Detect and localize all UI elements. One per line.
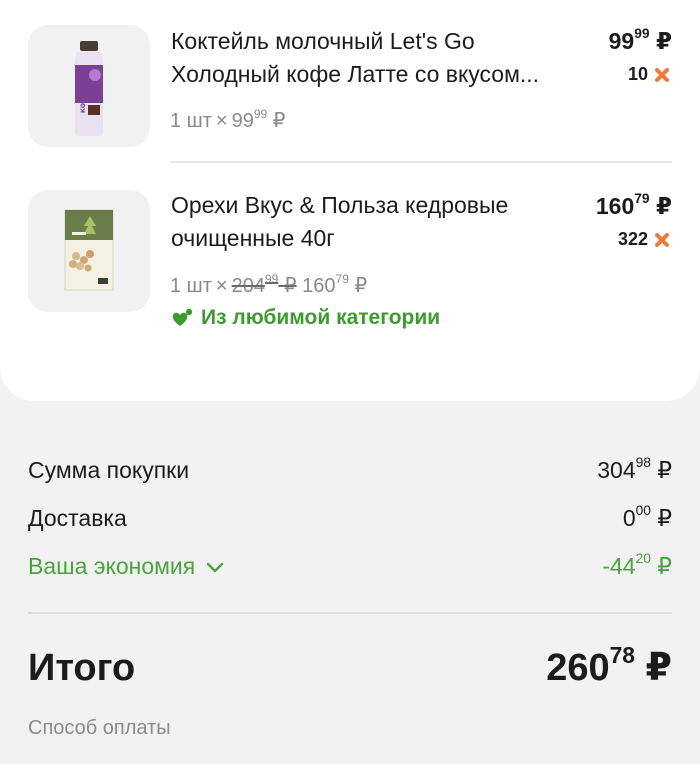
favorite-category-badge: Из любимой категории	[171, 306, 440, 330]
payment-method-label[interactable]: Способ оплаты	[28, 717, 171, 740]
old-price: 20499 ₽	[231, 271, 297, 297]
delivery-value: 000 ₽	[622, 503, 672, 531]
chevron-down-icon[interactable]	[205, 560, 225, 574]
divider	[28, 612, 672, 614]
savings-row[interactable]: Ваша экономия -4420 ₽	[28, 551, 672, 580]
purchase-sum-label: Сумма покупки	[28, 457, 190, 483]
quantity-unit-price: 1 шт × 9999 ₽	[170, 106, 286, 132]
savings-toggle[interactable]: Ваша экономия	[28, 553, 225, 580]
savings-label: Ваша экономия	[28, 553, 196, 579]
total-value: 26078 ₽	[546, 641, 672, 689]
quantity-unit-price: 1 шт × 20499 ₽ 16079 ₽	[170, 271, 368, 297]
product-thumbnail[interactable]	[28, 190, 150, 312]
total-label: Итого	[28, 647, 136, 689]
bonus-points: 322	[618, 229, 670, 250]
pine-nuts-pack-image	[64, 209, 114, 291]
thumb-label: КОФЕ ЛАТТЕ	[80, 69, 87, 113]
bonus-points: 10	[628, 64, 670, 85]
favorite-category-icon	[172, 308, 193, 326]
product-name[interactable]: Коктейль молочный Let's Go Холодный кофе…	[171, 25, 581, 91]
bonus-cross-icon	[655, 67, 669, 82]
delivery-row: Доставка 000 ₽	[28, 503, 672, 532]
product-thumbnail[interactable]: КОФЕ ЛАТТЕ	[28, 25, 150, 147]
item-price: 16079 ₽	[595, 191, 672, 219]
milkshake-bottle-image: КОФЕ ЛАТТЕ	[75, 41, 103, 136]
delivery-label: Доставка	[28, 505, 127, 531]
total-row: Итого 26078 ₽	[28, 641, 672, 690]
purchase-sum-value: 30498 ₽	[597, 455, 672, 483]
product-name[interactable]: Орехи Вкус & Польза кедровые очищенные 4…	[171, 189, 581, 255]
purchase-sum-row: Сумма покупки 30498 ₽	[28, 455, 672, 484]
savings-value: -4420 ₽	[602, 551, 672, 579]
cart-item[interactable]: Орехи Вкус & Польза кедровые очищенные 4…	[0, 163, 700, 401]
cart-items-card: КОФЕ ЛАТТЕ Коктейль молочный Let's Go Хо…	[0, 0, 700, 401]
cart-item[interactable]: КОФЕ ЛАТТЕ Коктейль молочный Let's Go Хо…	[0, 0, 700, 163]
bonus-cross-icon	[655, 232, 669, 247]
item-price: 9999 ₽	[608, 26, 672, 54]
